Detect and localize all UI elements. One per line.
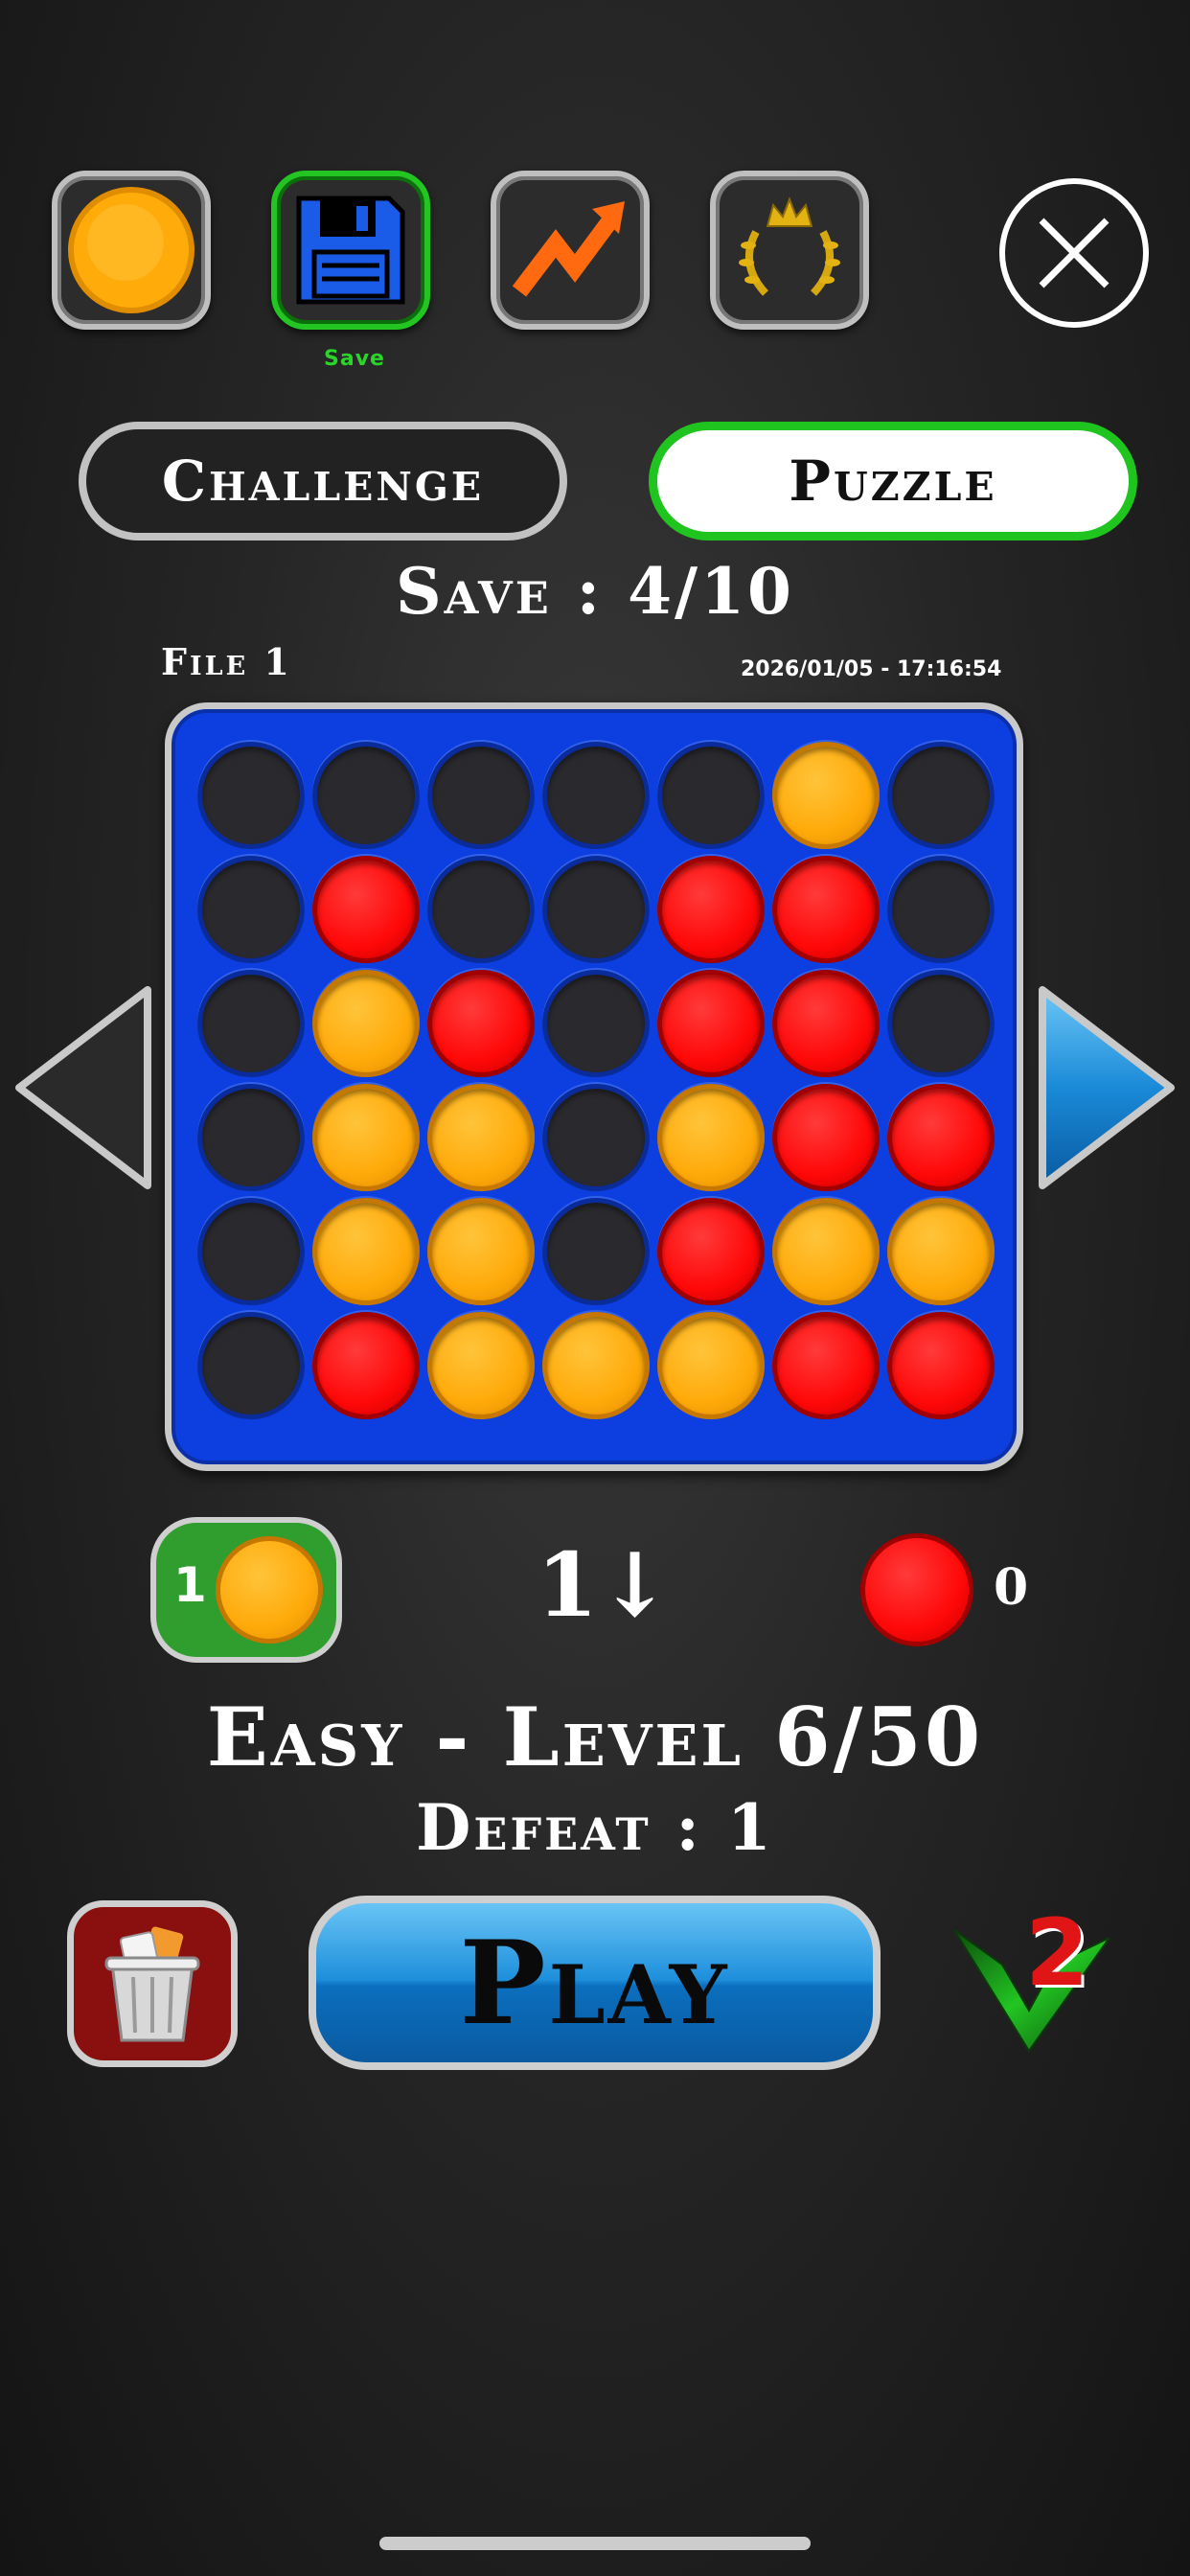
yellow-disc[interactable] bbox=[427, 1084, 535, 1191]
save-count: Save : 4/10 bbox=[396, 554, 794, 629]
close-button[interactable] bbox=[999, 178, 1149, 328]
empty-slot[interactable] bbox=[197, 1312, 305, 1419]
empty-slot[interactable] bbox=[197, 742, 305, 849]
yellow-disc[interactable] bbox=[312, 1084, 420, 1191]
defeat-count: Defeat : 1 bbox=[416, 1790, 774, 1865]
delete-button[interactable] bbox=[67, 1900, 238, 2067]
moves-counter: 1↓ bbox=[537, 1533, 673, 1637]
empty-slot[interactable] bbox=[887, 970, 995, 1077]
tab-puzzle[interactable]: Puzzle bbox=[649, 422, 1137, 540]
level-label: Easy - Level 6/50 bbox=[206, 1690, 984, 1784]
red-disc[interactable] bbox=[887, 1312, 995, 1419]
previous-arrow-icon[interactable] bbox=[11, 982, 153, 1193]
empty-slot[interactable] bbox=[542, 1198, 650, 1305]
yellow-disc[interactable] bbox=[887, 1198, 995, 1305]
empty-slot[interactable] bbox=[197, 1084, 305, 1191]
player2-disc-icon bbox=[860, 1533, 973, 1646]
stats-button[interactable] bbox=[491, 171, 650, 330]
red-disc[interactable] bbox=[427, 970, 535, 1077]
play-button[interactable]: Play bbox=[309, 1896, 881, 2070]
red-disc[interactable] bbox=[657, 1198, 765, 1305]
yellow-disc[interactable] bbox=[772, 742, 880, 849]
empty-slot[interactable] bbox=[197, 970, 305, 1077]
level-select-button[interactable]: 2 bbox=[949, 1899, 1121, 2070]
yellow-disc[interactable] bbox=[657, 1084, 765, 1191]
file-date: 2026/01/05 - 17:16:54 bbox=[741, 657, 1002, 681]
red-disc[interactable] bbox=[772, 1084, 880, 1191]
yellow-disc[interactable] bbox=[427, 1198, 535, 1305]
empty-slot[interactable] bbox=[197, 1198, 305, 1305]
yellow-disc[interactable] bbox=[427, 1312, 535, 1419]
red-disc[interactable] bbox=[772, 970, 880, 1077]
trend-up-icon bbox=[512, 201, 625, 297]
empty-slot[interactable] bbox=[197, 856, 305, 963]
floppy-disk-icon bbox=[296, 196, 405, 305]
player1-disc-icon bbox=[216, 1536, 323, 1644]
coin-button[interactable] bbox=[52, 171, 211, 330]
yellow-disc[interactable] bbox=[657, 1312, 765, 1419]
empty-slot[interactable] bbox=[542, 1084, 650, 1191]
player2-score: 0 bbox=[994, 1558, 1032, 1617]
home-indicator[interactable] bbox=[379, 2537, 811, 2550]
red-disc[interactable] bbox=[312, 856, 420, 963]
red-disc[interactable] bbox=[657, 856, 765, 963]
empty-slot[interactable] bbox=[887, 742, 995, 849]
red-disc[interactable] bbox=[772, 1312, 880, 1419]
ranking-button[interactable] bbox=[710, 171, 869, 330]
close-icon bbox=[1039, 218, 1110, 288]
player1-badge: 1 bbox=[150, 1517, 342, 1663]
yellow-disc[interactable] bbox=[312, 1198, 420, 1305]
empty-slot[interactable] bbox=[427, 856, 535, 963]
empty-slot[interactable] bbox=[312, 742, 420, 849]
yellow-disc[interactable] bbox=[542, 1312, 650, 1419]
v2-badge: 2 bbox=[1025, 1899, 1089, 2007]
trash-icon bbox=[104, 1926, 200, 2042]
empty-slot[interactable] bbox=[542, 742, 650, 849]
red-disc[interactable] bbox=[657, 970, 765, 1077]
empty-slot[interactable] bbox=[542, 856, 650, 963]
next-arrow-icon[interactable] bbox=[1037, 982, 1179, 1193]
empty-slot[interactable] bbox=[887, 856, 995, 963]
laurel-crown-icon bbox=[739, 196, 840, 296]
save-label: Save bbox=[324, 347, 385, 371]
yellow-disc[interactable] bbox=[772, 1198, 880, 1305]
yellow-disc[interactable] bbox=[312, 970, 420, 1077]
red-disc[interactable] bbox=[312, 1312, 420, 1419]
red-disc[interactable] bbox=[772, 856, 880, 963]
file-label: File 1 bbox=[161, 640, 292, 683]
coin-icon bbox=[68, 187, 195, 313]
save-button[interactable] bbox=[271, 171, 430, 330]
player1-number: 1 bbox=[173, 1557, 207, 1613]
empty-slot[interactable] bbox=[657, 742, 765, 849]
empty-slot[interactable] bbox=[427, 742, 535, 849]
tab-challenge[interactable]: Challenge bbox=[79, 422, 567, 540]
empty-slot[interactable] bbox=[542, 970, 650, 1077]
game-board[interactable] bbox=[165, 702, 1023, 1471]
red-disc[interactable] bbox=[887, 1084, 995, 1191]
